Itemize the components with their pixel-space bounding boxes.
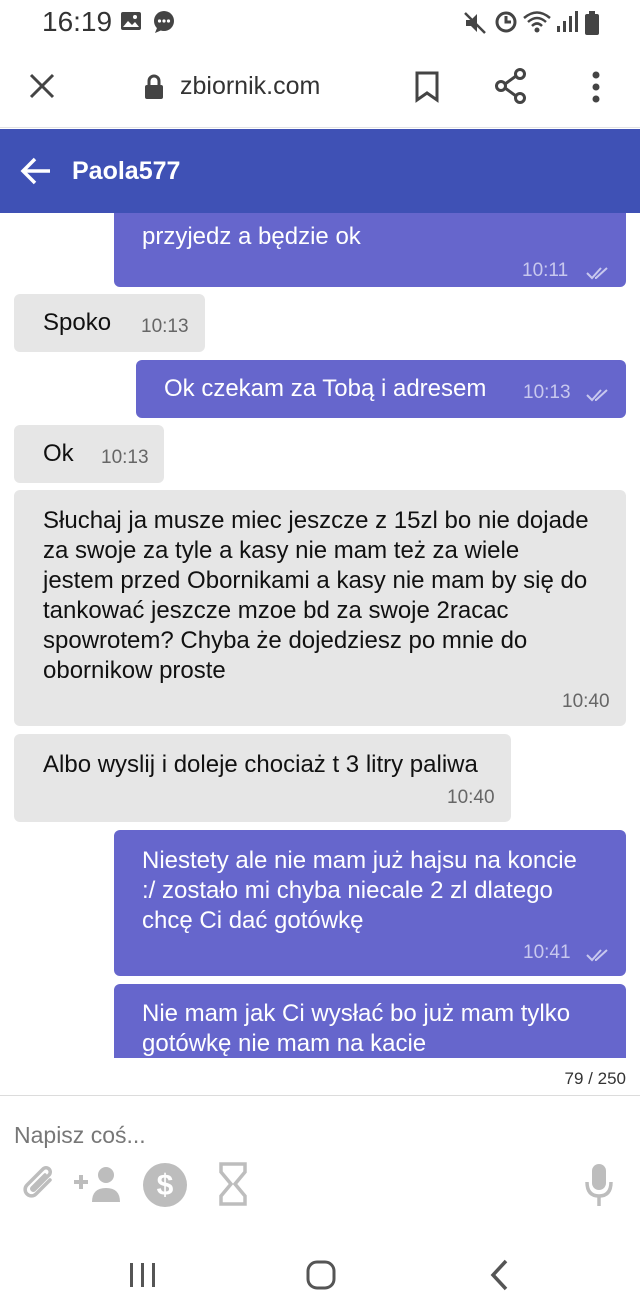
attach-icon[interactable] xyxy=(20,1162,60,1211)
message-list[interactable]: przyjedz a będzie ok 10:11 Spoko 10:13 O… xyxy=(0,213,640,1058)
message-incoming[interactable]: Spoko 10:13 xyxy=(14,294,205,352)
read-ticks-icon xyxy=(586,381,612,411)
message-text: Nie mam jak Ci wysłać bo już mam tylko g… xyxy=(142,999,570,1058)
signal-icon xyxy=(556,10,578,39)
message-text: przyjedz a będzie ok xyxy=(142,223,361,250)
wifi-icon xyxy=(522,10,552,39)
message-time: 10:41 xyxy=(523,942,571,963)
browser-toolbar: zbiornik.com xyxy=(0,46,640,128)
message-line: spowrotem? Chyba że dojedziesz po mnie d… xyxy=(43,627,528,654)
add-person-icon[interactable] xyxy=(72,1162,126,1211)
system-nav-bar xyxy=(0,1236,640,1316)
hourglass-icon[interactable] xyxy=(218,1162,248,1211)
read-ticks-icon xyxy=(586,941,612,971)
back-icon[interactable] xyxy=(488,1258,510,1297)
message-line: obornikow proste xyxy=(43,657,226,684)
message-time: 10:13 xyxy=(523,382,571,403)
message-line: jestem przed Obornikami a kasy nie mam b… xyxy=(43,567,588,594)
message-outgoing[interactable]: Nie mam jak Ci wysłać bo już mam tylko g… xyxy=(114,984,626,1058)
share-icon[interactable] xyxy=(494,68,528,109)
message-bubble-icon xyxy=(152,10,176,39)
message-text: Spoko xyxy=(43,309,112,336)
message-time: 10:13 xyxy=(141,316,189,337)
message-line: Słuchaj ja musze miec jeszcze z 15zl bo … xyxy=(43,507,589,534)
message-time: 10:13 xyxy=(101,447,149,468)
battery-icon xyxy=(584,10,600,41)
mute-icon xyxy=(462,10,488,41)
message-outgoing[interactable]: Ok czekam za Tobą i adresem 10:13 xyxy=(136,360,626,418)
svg-text:$: $ xyxy=(157,1169,174,1202)
composer-divider xyxy=(0,1095,640,1096)
message-text: Ok czekam za Tobą i adresem xyxy=(164,375,487,402)
url-text[interactable]: zbiornik.com xyxy=(180,72,320,101)
message-time: 10:11 xyxy=(522,260,569,281)
dollar-icon[interactable]: $ xyxy=(142,1162,188,1213)
arrow-back-icon[interactable] xyxy=(20,157,52,190)
more-vert-icon[interactable] xyxy=(590,70,602,109)
status-time: 16:19 xyxy=(42,6,113,37)
chat-title: Paola577 xyxy=(72,157,181,185)
message-outgoing[interactable]: Niestety ale nie mam już hajsu na koncie… xyxy=(114,830,626,976)
image-icon xyxy=(120,10,142,37)
message-text: Słuchaj ja musze miec jeszcze z 15zl bo … xyxy=(43,506,589,686)
data-saver-icon xyxy=(494,10,518,39)
message-line: tankować jeszcze mzoe bd za swoje 2racac xyxy=(43,597,509,624)
bookmark-icon[interactable] xyxy=(414,71,440,108)
message-incoming[interactable]: Ok 10:13 xyxy=(14,425,164,483)
mic-icon[interactable] xyxy=(584,1162,614,1213)
message-line: gotówkę nie mam na kacie xyxy=(142,1030,427,1057)
message-incoming[interactable]: Słuchaj ja musze miec jeszcze z 15zl bo … xyxy=(14,490,626,726)
close-icon[interactable] xyxy=(28,72,56,105)
character-counter: 79 / 250 xyxy=(564,1069,626,1088)
message-line: chcę Ci dać gotówkę xyxy=(142,907,364,934)
message-outgoing[interactable]: przyjedz a będzie ok 10:11 xyxy=(114,213,626,287)
home-icon[interactable] xyxy=(305,1259,337,1296)
chat-header: Paola577 xyxy=(0,129,640,213)
status-bar: 16:19 xyxy=(0,0,640,46)
lock-icon xyxy=(144,74,164,105)
message-text: Albo wyslij i doleje chociaż t 3 litry p… xyxy=(43,751,478,778)
message-time: 10:40 xyxy=(447,787,495,808)
message-line: :/ zostało mi chyba niecale 2 zl dlatego xyxy=(142,877,553,904)
message-line: Niestety ale nie mam już hajsu na koncie xyxy=(142,847,577,874)
message-line: za swoje za tyle a kasy nie mam też za w… xyxy=(43,537,520,564)
read-ticks-icon xyxy=(586,259,612,289)
message-input[interactable] xyxy=(14,1118,574,1152)
message-text: Ok xyxy=(43,440,74,467)
message-text: Niestety ale nie mam już hajsu na koncie… xyxy=(142,846,577,936)
recent-apps-icon[interactable] xyxy=(128,1260,158,1295)
message-incoming[interactable]: Albo wyslij i doleje chociaż t 3 litry p… xyxy=(14,734,511,822)
message-line: Nie mam jak Ci wysłać bo już mam tylko xyxy=(142,1000,571,1027)
message-time: 10:40 xyxy=(562,691,610,712)
